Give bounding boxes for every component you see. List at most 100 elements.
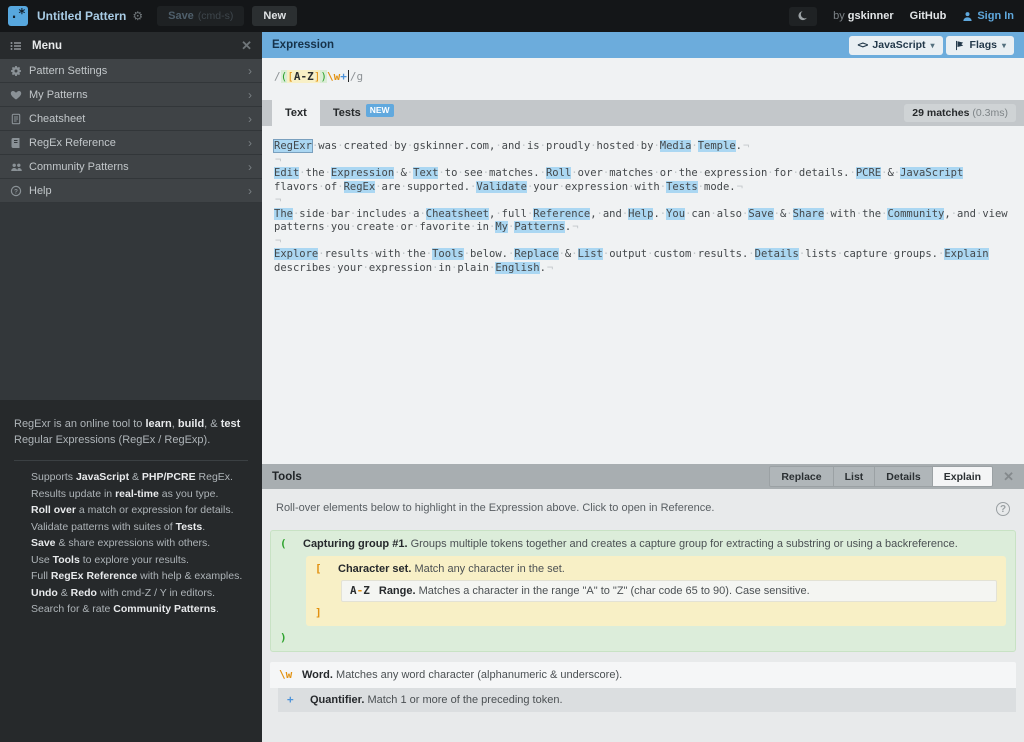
match-highlight[interactable]: Explore <box>274 248 319 260</box>
feature-bullet: Results update in real-time as you type. <box>31 488 248 500</box>
match-highlight[interactable]: PCRE <box>855 167 882 179</box>
tools-tab-explain[interactable]: Explain <box>932 467 993 486</box>
quantifier-title: Quantifier. <box>310 694 365 706</box>
tab-text[interactable]: Text <box>272 100 320 126</box>
moon-icon <box>798 11 807 21</box>
match-highlight[interactable]: Temple <box>697 140 736 152</box>
explain-panel: Roll-over elements below to highlight in… <box>262 489 1024 742</box>
sidebar-item-cheatsheet[interactable]: Cheatsheet › <box>0 107 262 131</box>
tools-tab-list[interactable]: List <box>833 467 876 486</box>
chevron-right-icon: › <box>248 63 252 78</box>
match-highlight[interactable]: Expression <box>330 167 395 179</box>
linebreak-glyph: ¬ <box>546 261 554 274</box>
explain-charset-row[interactable]: [ Character set. Match any character in … <box>306 556 1006 626</box>
match-highlight[interactable]: Media <box>659 140 692 152</box>
match-highlight[interactable]: Patterns <box>514 221 565 233</box>
text-run: ·&· <box>773 207 793 220</box>
sidebar-item-help[interactable]: ? Help › <box>0 179 262 203</box>
word-desc: Matches any word character (alphanumeric… <box>336 669 623 681</box>
flags-dropdown[interactable]: Flags ▾ <box>945 35 1014 55</box>
tools-tab-details[interactable]: Details <box>875 467 933 486</box>
text-run: ,·and· <box>590 207 629 220</box>
match-highlight[interactable]: English <box>495 261 540 274</box>
content-area: Expression <> JavaScript ▾ Flags ▾ /([A-… <box>262 32 1024 742</box>
help-circle-icon[interactable]: ? <box>996 502 1010 516</box>
new-button[interactable]: New <box>252 6 298 26</box>
match-highlight[interactable]: Roll <box>545 167 572 179</box>
text-run: .· <box>653 207 667 220</box>
tools-close-icon[interactable]: ✕ <box>1003 469 1014 485</box>
text-run: ·results·with·the· <box>318 248 433 260</box>
sidebar: Menu ✕ Pattern Settings › My Patterns › Chea… <box>0 32 262 742</box>
match-highlight[interactable]: Cheatsheet <box>425 207 489 220</box>
sidebar-item-pattern-settings[interactable]: Pattern Settings › <box>0 59 262 83</box>
sign-in-button[interactable]: Sign In <box>962 10 1014 22</box>
word-description: Word. Matches any word character (alphan… <box>302 668 622 682</box>
explain-range-row[interactable]: A-Z Range. Matches a character in the ra… <box>341 580 997 602</box>
match-highlight[interactable]: Tests <box>666 180 698 193</box>
text-line: describes·your·expression·in·plain·Engli… <box>274 261 1012 276</box>
github-link[interactable]: GitHub <box>910 10 947 22</box>
text-run: ,·and·view <box>944 207 1008 220</box>
text-line: Edit·the·Expression·&·Text·to·see·matche… <box>274 167 1012 181</box>
sidebar-item-my-patterns[interactable]: My Patterns › <box>0 83 262 107</box>
save-button[interactable]: Save (cmd-s) <box>157 6 245 26</box>
sidebar-item-regex-reference[interactable]: RegEx Reference › <box>0 131 262 155</box>
match-highlight[interactable]: Text <box>413 167 439 179</box>
match-highlight[interactable]: JavaScript <box>900 167 964 179</box>
sidebar-item-community-patterns[interactable]: Community Patterns › <box>0 155 262 179</box>
match-highlight[interactable]: The <box>274 207 293 220</box>
pattern-title[interactable]: Untitled Pattern <box>37 9 126 23</box>
dark-mode-toggle[interactable] <box>789 6 818 26</box>
regex-token: / <box>274 70 281 83</box>
match-highlight[interactable]: Details <box>754 248 799 260</box>
explain-word-row[interactable]: \w Word. Matches any word character (alp… <box>270 662 1016 688</box>
pattern-settings-gear-icon[interactable]: ⚙ <box>132 9 143 23</box>
match-highlight[interactable]: Reference <box>533 207 591 220</box>
regex-token: A-Z <box>293 70 314 83</box>
text-run: ·to·see·matches.· <box>438 167 546 179</box>
match-highlight[interactable]: Save <box>748 207 774 220</box>
menu-list: Pattern Settings › My Patterns › Cheatsheet ›… <box>0 59 262 203</box>
sidebar-gap <box>0 203 262 400</box>
match-highlight[interactable]: Community <box>887 207 945 220</box>
match-highlight[interactable]: You <box>666 207 686 220</box>
match-highlight[interactable]: Share <box>792 207 825 220</box>
match-highlight[interactable]: RegExr <box>273 139 313 153</box>
text-editor[interactable]: RegExr·was·created·by·gskinner.com,·and·… <box>262 126 1024 464</box>
about-divider <box>14 460 248 461</box>
tools-tab-replace[interactable]: Replace <box>770 467 834 486</box>
match-highlight[interactable]: Help <box>628 207 654 220</box>
tab-tests-label: Tests <box>332 107 361 119</box>
text-run: ·&· <box>558 248 578 260</box>
menu-icon[interactable] <box>10 40 22 52</box>
word-title: Word. <box>302 669 333 681</box>
text-run: ·was·created·by·gskinner.com,·and·is·pro… <box>311 140 660 152</box>
match-highlight[interactable]: My <box>495 221 508 233</box>
text-run: ·with·the· <box>824 207 888 220</box>
explain-quantifier-row[interactable]: + Quantifier. Match 1 or more of the pre… <box>278 688 1016 712</box>
about-feature-list: Supports JavaScript & PHP/PCRE RegEx. Res… <box>14 471 248 615</box>
community-icon <box>10 161 29 173</box>
match-highlight[interactable]: Edit <box>274 167 300 179</box>
author-link[interactable]: gskinner <box>848 10 894 22</box>
text-run: . <box>735 140 742 152</box>
match-highlight[interactable]: List <box>577 248 603 260</box>
match-highlight[interactable]: Replace <box>514 248 559 260</box>
match-highlight[interactable]: Tools <box>432 248 464 260</box>
charset-description: Character set. Match any character in th… <box>338 562 565 576</box>
code-icon: <> <box>857 39 868 51</box>
language-dropdown-label: JavaScript <box>872 39 926 51</box>
match-highlight[interactable]: Explain <box>944 248 989 260</box>
tab-tests[interactable]: Tests NEW <box>320 100 407 126</box>
text-run: ·over·matches·or·the·expression·for·deta… <box>571 167 856 179</box>
feature-bullet: Validate patterns with suites of Tests. <box>31 521 248 533</box>
explain-group-row[interactable]: ( Capturing group #1. Groups multiple to… <box>270 530 1016 652</box>
match-highlight[interactable]: RegEx <box>343 180 376 193</box>
menu-close-icon[interactable]: ✕ <box>241 38 252 54</box>
regexr-logo[interactable]: .* <box>8 6 28 26</box>
language-dropdown[interactable]: <> JavaScript ▾ <box>849 35 943 55</box>
expression-input[interactable]: /([A-Z])\w+/g <box>262 58 1024 100</box>
match-highlight[interactable]: Validate <box>476 180 527 193</box>
feature-bullet: Supports JavaScript & PHP/PCRE RegEx. <box>31 471 248 483</box>
